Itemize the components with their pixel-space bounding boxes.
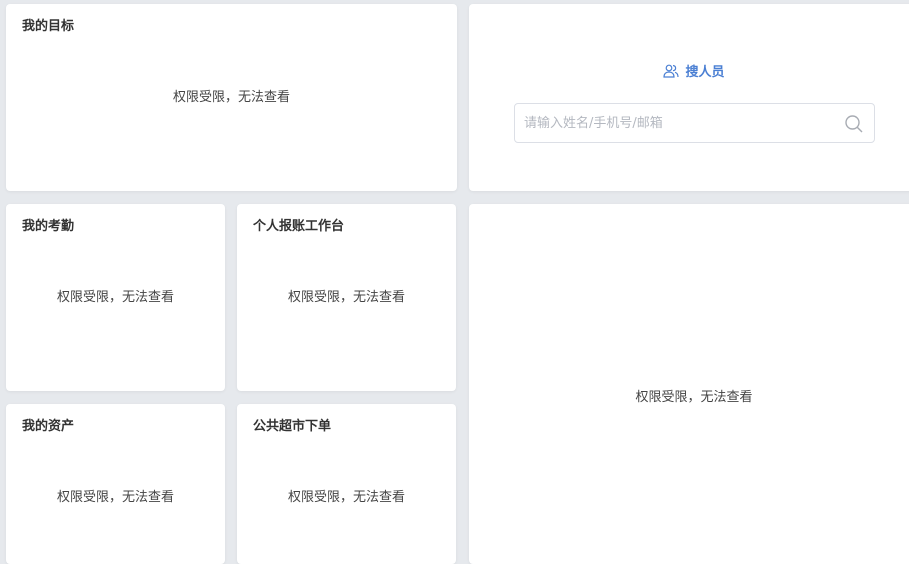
my-goals-card: 我的目标 权限受限，无法查看 (6, 4, 457, 191)
search-icon[interactable] (844, 114, 864, 134)
my-attendance-card: 我的考勤 权限受限，无法查看 (6, 204, 225, 391)
search-box (514, 103, 875, 143)
no-permission-message: 权限受限，无法查看 (635, 390, 753, 405)
no-permission-message: 权限受限，无法查看 (287, 490, 405, 505)
search-people-header: 搜人员 (469, 61, 909, 80)
card-title: 公共超市下单 (253, 419, 332, 434)
search-people-card: 搜人员 (469, 4, 909, 191)
card-title: 我的考勤 (22, 219, 75, 234)
large-widget-card: 权限受限，无法查看 (469, 204, 909, 564)
reimbursement-card: 个人报账工作台 权限受限，无法查看 (237, 204, 456, 391)
user-group-icon (663, 64, 680, 78)
card-title: 我的目标 (22, 19, 75, 34)
public-market-card: 公共超市下单 权限受限，无法查看 (237, 404, 456, 564)
card-title: 我的资产 (22, 419, 75, 434)
no-permission-message: 权限受限，无法查看 (287, 290, 405, 305)
no-permission-message: 权限受限，无法查看 (56, 490, 174, 505)
card-title: 个人报账工作台 (253, 219, 345, 234)
my-assets-card: 我的资产 权限受限，无法查看 (6, 404, 225, 564)
no-permission-message: 权限受限，无法查看 (56, 290, 174, 305)
search-input[interactable] (515, 104, 835, 142)
search-people-title: 搜人员 (685, 65, 725, 80)
no-permission-message: 权限受限，无法查看 (172, 90, 290, 105)
